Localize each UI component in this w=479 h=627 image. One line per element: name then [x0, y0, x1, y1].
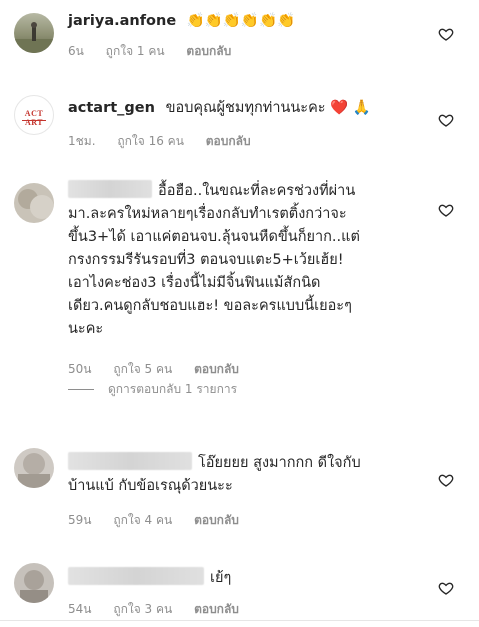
comment-text: บ้านแบ้ กับข้อเรณุด้วยนะะ — [68, 478, 233, 494]
reply-button[interactable]: ตอบกลับ — [194, 602, 239, 616]
divider — [0, 620, 479, 621]
comment-likes[interactable]: ถูกใจ 4 คน — [113, 513, 172, 527]
comment-text: กรงกรรมรีรันรอบที่3 ตอนจบแตะ5+เว้ยเฮ้ย! — [68, 252, 344, 268]
comment-text: เย้ๆ — [210, 570, 232, 586]
avatar[interactable] — [14, 563, 54, 603]
heart-outline-icon[interactable] — [438, 26, 454, 42]
comment-meta: 1ชม. ถูกใจ 16 คน ตอบกลับ — [68, 132, 269, 151]
avatar-logo-text: ACT ART — [24, 109, 44, 127]
comment-line-1: เย้ๆ — [68, 567, 428, 590]
reply-button[interactable]: ตอบกลับ — [206, 134, 251, 148]
comment-text: ขอบคุณผู้ชมทุกท่านนะคะ ❤️ 🙏 — [165, 100, 371, 116]
view-replies-button[interactable]: ดูการตอบกลับ 1 รายการ — [68, 380, 237, 399]
reply-button[interactable]: ตอบกลับ — [194, 513, 239, 527]
comment-time[interactable]: 1ชม. — [68, 134, 96, 148]
comment-meta: 54น ถูกใจ 3 คน ตอบกลับ — [68, 600, 257, 619]
heart-outline-icon[interactable] — [438, 202, 454, 218]
avatar[interactable] — [14, 183, 54, 223]
comment-text: 👏👏👏👏👏👏 — [186, 13, 296, 29]
comment-username[interactable]: jariya.anfone — [68, 13, 176, 29]
replies-divider — [68, 389, 94, 390]
avatar[interactable] — [14, 13, 54, 53]
comment-likes[interactable]: ถูกใจ 16 คน — [117, 134, 184, 148]
blurred-username — [68, 180, 152, 198]
reply-button[interactable]: ตอบกลับ — [194, 362, 239, 376]
comment-time[interactable]: 6น — [68, 44, 84, 58]
comment-text: เอาไงคะช่อง3 เรื่องนี้ไม่มีจิ้นฟินแม้สัก… — [68, 275, 321, 291]
reply-button[interactable]: ตอบกลับ — [186, 44, 231, 58]
comment-time[interactable]: 50น — [68, 362, 91, 376]
comment-text: อื้อฮือ..ในขณะที่ละครช่วงที่ผ่าน — [158, 183, 356, 199]
heart-outline-icon[interactable] — [438, 472, 454, 488]
comment-line-1: โอ๊ยยยย สูงมากกก ดีใจกับ — [68, 452, 428, 475]
avatar[interactable] — [14, 448, 54, 488]
comment-text: ขึ้น3+ได้ เอาแค่ตอนจบ.ลุ้นจนหืดขึ้นก็ยาก… — [68, 229, 360, 245]
avatar[interactable]: ACT ART — [14, 95, 54, 135]
comment-line-1: อื้อฮือ..ในขณะที่ละครช่วงที่ผ่าน — [68, 180, 428, 203]
comment-likes[interactable]: ถูกใจ 5 คน — [113, 362, 172, 376]
comment-likes[interactable]: ถูกใจ 3 คน — [113, 602, 172, 616]
blurred-username — [68, 567, 204, 585]
comment-username[interactable]: actart_gen — [68, 100, 155, 116]
comment-meta: 59น ถูกใจ 4 คน ตอบกลับ — [68, 511, 257, 530]
comment-meta: 6น ถูกใจ 1 คน ตอบกลับ — [68, 42, 249, 61]
comment-text: เดียว.คนดูกลับชอบแฮะ! ขอละครแบบนี้เยอะๆ — [68, 298, 352, 314]
comment-time[interactable]: 59น — [68, 513, 91, 527]
comment-text: นะคะ — [68, 321, 104, 337]
comment-likes[interactable]: ถูกใจ 1 คน — [106, 44, 165, 58]
comment-text: โอ๊ยยยย สูงมากกก ดีใจกับ — [198, 455, 361, 471]
heart-outline-icon[interactable] — [438, 112, 454, 128]
view-replies-label: ดูการตอบกลับ 1 รายการ — [108, 382, 238, 396]
comment-text: มา.ละครใหม่หลายๆเรื่องกลับทำเรตติ้งกว่าจ… — [68, 206, 347, 222]
blurred-username — [68, 452, 192, 470]
comment-time[interactable]: 54น — [68, 602, 91, 616]
comment-meta: 50น ถูกใจ 5 คน ตอบกลับ — [68, 360, 257, 379]
heart-outline-icon[interactable] — [438, 580, 454, 596]
